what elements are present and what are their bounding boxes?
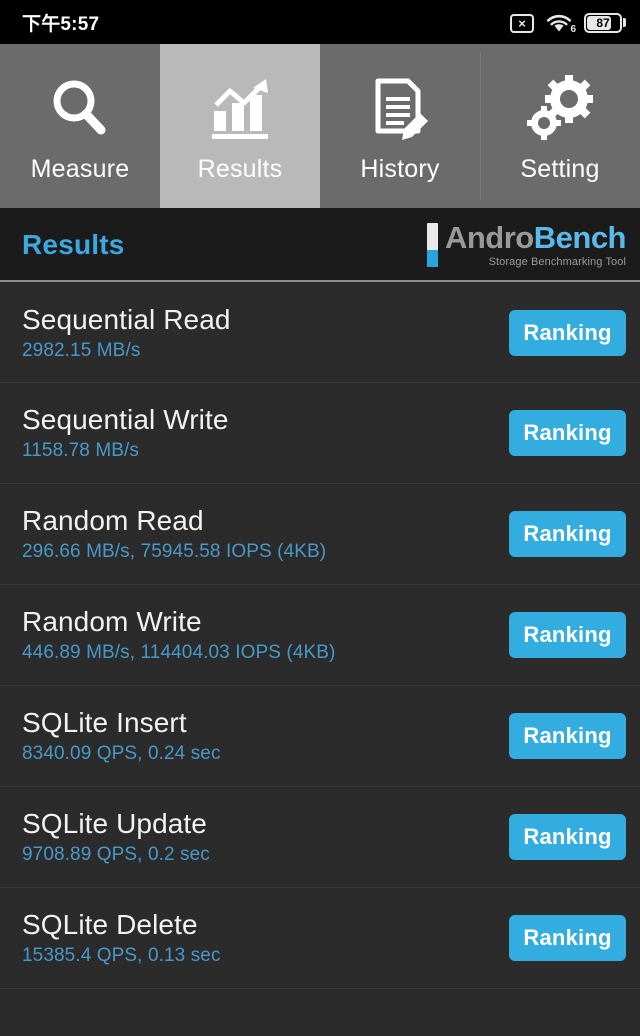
table-row[interactable]: SQLite Delete 15385.4 QPS, 0.13 sec Rank… xyxy=(0,888,640,989)
wifi-icon: 6 xyxy=(545,12,576,35)
battery-nub xyxy=(623,18,626,27)
ranking-button[interactable]: Ranking xyxy=(509,511,626,557)
androbench-logo: AndroBench Storage Benchmarking Tool xyxy=(426,220,627,268)
tab-measure[interactable]: Measure xyxy=(0,44,160,208)
logo-primary: Andro xyxy=(444,220,534,255)
result-text-group: Random Write 446.89 MB/s, 114404.03 IOPS… xyxy=(22,606,335,664)
table-row[interactable]: Sequential Read 2982.15 MB/s Ranking xyxy=(0,282,640,383)
ranking-button[interactable]: Ranking xyxy=(509,410,626,456)
result-value: 2982.15 MB/s xyxy=(22,339,141,361)
ranking-button[interactable]: Ranking xyxy=(509,814,626,860)
battery-icon: 87 xyxy=(584,12,626,33)
result-name: Random Read xyxy=(22,505,204,536)
wifi-generation-label: 6 xyxy=(570,23,576,35)
logo-tagline: Storage Benchmarking Tool xyxy=(488,256,626,268)
androbench-results-screen: 下午5:57 × 6 87 Measure Results History Se… xyxy=(0,0,640,1036)
table-row[interactable]: Sequential Write 1158.78 MB/s Ranking xyxy=(0,383,640,484)
result-name: Sequential Write xyxy=(22,404,229,435)
tab-results-label: Results xyxy=(197,154,283,183)
result-name: Sequential Read xyxy=(22,303,231,335)
result-text-group: Sequential Read 2982.15 MB/s xyxy=(22,304,231,362)
tab-measure-label: Measure xyxy=(30,154,130,183)
main-tab-bar: Measure Results History Setting xyxy=(0,44,640,208)
bar-chart-icon xyxy=(204,69,276,149)
tab-history-label: History xyxy=(360,154,440,183)
logo-secondary: Bench xyxy=(533,220,627,255)
tab-history[interactable]: History xyxy=(320,44,480,208)
ranking-button[interactable]: Ranking xyxy=(509,309,626,356)
tab-results[interactable]: Results xyxy=(160,44,320,208)
results-list: Sequential Read 2982.15 MB/s Ranking Seq… xyxy=(0,282,640,989)
magnifier-icon xyxy=(44,69,116,149)
battery-shell: 87 xyxy=(584,12,622,33)
results-header: Results AndroBench Storage Benchmarking … xyxy=(0,208,640,282)
result-text-group: SQLite Insert 8340.09 QPS, 0.24 sec xyxy=(22,707,221,765)
logo-bar-icon xyxy=(426,223,438,267)
result-value: 8340.09 QPS, 0.24 sec xyxy=(22,743,221,764)
result-value: 446.89 MB/s, 114404.03 IOPS (4KB) xyxy=(22,642,336,663)
wifi-glyph xyxy=(546,14,572,31)
result-name: SQLite Insert xyxy=(22,707,187,738)
result-text-group: SQLite Update 9708.89 QPS, 0.2 sec xyxy=(22,808,210,866)
result-text-group: SQLite Delete 15385.4 QPS, 0.13 sec xyxy=(22,909,221,967)
status-icon-group: × 6 87 xyxy=(510,12,626,35)
tab-setting-label: Setting xyxy=(520,154,600,183)
document-pencil-icon xyxy=(364,69,436,149)
result-value: 1158.78 MB/s xyxy=(22,440,140,461)
table-row[interactable]: Random Read 296.66 MB/s, 75945.58 IOPS (… xyxy=(0,484,640,585)
status-time: 下午5:57 xyxy=(22,13,100,35)
table-row[interactable]: SQLite Update 9708.89 QPS, 0.2 sec Ranki… xyxy=(0,787,640,888)
result-value: 15385.4 QPS, 0.13 sec xyxy=(22,945,221,966)
battery-level-label: 87 xyxy=(596,15,610,30)
ranking-button[interactable]: Ranking xyxy=(509,612,626,658)
table-row[interactable]: SQLite Insert 8340.09 QPS, 0.24 sec Rank… xyxy=(0,686,640,787)
result-name: Random Write xyxy=(22,606,202,637)
tab-setting[interactable]: Setting xyxy=(480,44,640,208)
ranking-button[interactable]: Ranking xyxy=(509,713,626,759)
result-text-group: Sequential Write 1158.78 MB/s xyxy=(22,404,229,462)
result-text-group: Random Read 296.66 MB/s, 75945.58 IOPS (… xyxy=(22,505,326,563)
logo-text: AndroBench Storage Benchmarking Tool xyxy=(444,220,627,268)
result-value: 9708.89 QPS, 0.2 sec xyxy=(22,844,210,865)
close-box-glyph: × xyxy=(518,15,526,31)
logo-wordmark: AndroBench xyxy=(444,220,627,255)
result-value: 296.66 MB/s, 75945.58 IOPS (4KB) xyxy=(22,541,327,562)
close-box-icon: × xyxy=(510,13,534,33)
result-name: SQLite Delete xyxy=(22,909,198,940)
gears-icon xyxy=(524,69,596,149)
status-bar: 下午5:57 × 6 87 xyxy=(0,0,640,44)
page-title: Results xyxy=(22,229,125,260)
result-name: SQLite Update xyxy=(22,808,207,839)
table-row[interactable]: Random Write 446.89 MB/s, 114404.03 IOPS… xyxy=(0,585,640,686)
ranking-button[interactable]: Ranking xyxy=(509,915,626,961)
